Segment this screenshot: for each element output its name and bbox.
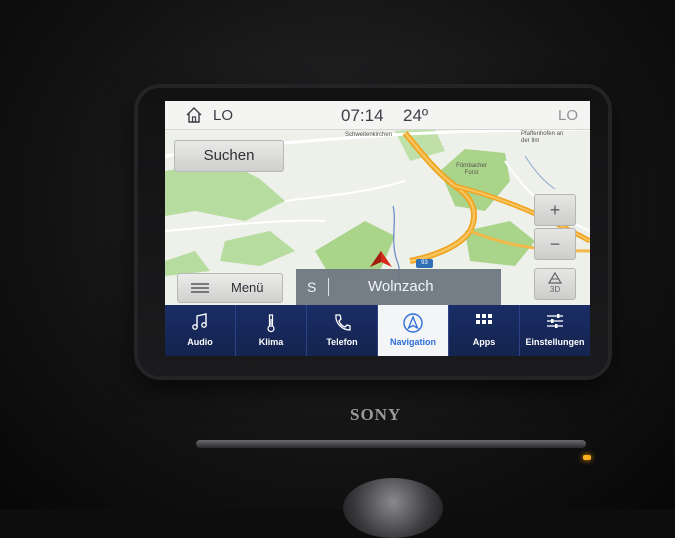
nav-item-navigation[interactable]: Navigation <box>378 305 449 356</box>
nav-item-klima[interactable]: Klima <box>236 305 307 356</box>
chrome-trim <box>196 440 586 448</box>
sony-logo: SONY <box>350 405 402 424</box>
phone-icon <box>335 314 351 331</box>
thermometer-icon <box>267 314 275 333</box>
car-position-icon <box>370 251 392 267</box>
divider <box>328 278 329 296</box>
road-number-shield: 93 <box>416 259 433 268</box>
home-icon[interactable] <box>185 106 203 124</box>
nav-item-einstellungen[interactable]: Einstellungen <box>520 305 590 356</box>
zoom-out-button[interactable]: − <box>534 228 576 260</box>
status-bar: LO 07:14 24º LO <box>165 101 590 130</box>
music-note-icon <box>192 313 207 330</box>
bottom-nav: Audio Klima Telefon Navigation Apps Eins… <box>165 305 590 356</box>
destination-bar[interactable]: S Wolnzach <box>296 269 501 305</box>
nav-item-telefon[interactable]: Telefon <box>307 305 378 356</box>
outside-temperature: 24º <box>403 106 429 125</box>
indicator-led <box>583 455 591 460</box>
apps-grid-icon <box>476 314 492 324</box>
map-label-schweitenkirchen: Schweitenkirchen <box>345 132 393 138</box>
menu-label: Menü <box>231 280 264 295</box>
destination-name: Wolnzach <box>368 278 434 295</box>
nav-label-telefon: Telefon <box>326 337 358 347</box>
nav-label-einstellungen: Einstellungen <box>525 337 585 347</box>
map-label-foernbacher-forst: Förnbacher Forst <box>456 163 487 176</box>
navigation-arrow-icon <box>403 313 423 333</box>
menu-button[interactable]: Menü <box>177 273 283 303</box>
heading-direction: S <box>307 279 317 295</box>
search-button[interactable]: Suchen <box>174 140 284 172</box>
passenger-temp-setting[interactable]: LO <box>558 107 578 124</box>
view-mode-label: 3D <box>549 285 561 294</box>
nav-item-audio[interactable]: Audio <box>165 305 236 356</box>
volume-knob[interactable] <box>343 478 443 538</box>
driver-temp-setting[interactable]: LO <box>213 107 233 124</box>
view-mode-button[interactable]: 3D <box>534 268 576 300</box>
map-label-pfaffenhofen: Pfaffenhofen an der Ilm <box>521 131 564 144</box>
infotainment-screen: Schweitenkirchen Pfaffenhofen an der Ilm… <box>165 101 590 356</box>
clock: 07:14 <box>341 106 384 125</box>
zoom-in-button[interactable]: + <box>534 194 576 226</box>
nav-label-apps: Apps <box>472 337 496 347</box>
perspective-icon <box>548 272 562 284</box>
nav-label-klima: Klima <box>258 337 284 347</box>
hamburger-icon <box>191 283 209 293</box>
nav-item-apps[interactable]: Apps <box>449 305 520 356</box>
sliders-icon <box>547 314 563 328</box>
nav-label-navigation: Navigation <box>389 337 436 347</box>
nav-label-audio: Audio <box>187 337 213 347</box>
